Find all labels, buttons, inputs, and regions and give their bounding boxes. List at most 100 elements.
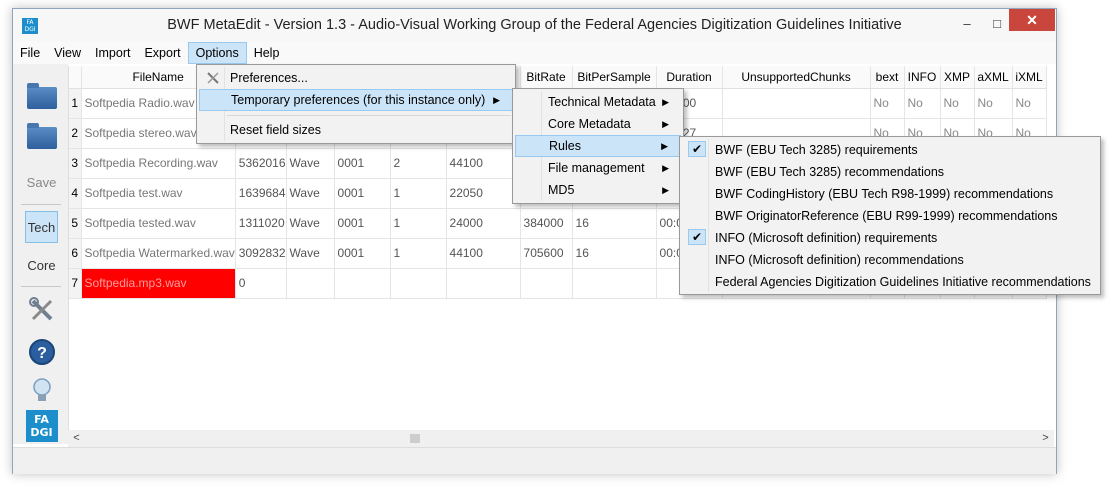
menu-import[interactable]: Import <box>88 42 137 64</box>
table-cell[interactable]: Wave <box>286 238 335 269</box>
column-header-axml[interactable]: aXML <box>974 66 1013 89</box>
scroll-right-icon[interactable]: > <box>1037 430 1054 447</box>
table-cell[interactable]: 1 <box>390 178 447 209</box>
table-cell[interactable]: No <box>870 88 905 119</box>
table-cell[interactable]: No <box>1012 88 1047 119</box>
help-button[interactable]: ? <box>25 336 58 368</box>
minimize-button[interactable]: – <box>955 13 979 35</box>
open-folder-button[interactable] <box>25 122 58 154</box>
table-cell[interactable]: No <box>974 88 1013 119</box>
menu-item-rule[interactable]: BWF (EBU Tech 3285) recommendations <box>682 161 1098 183</box>
scroll-left-icon[interactable]: < <box>68 430 85 447</box>
column-header-xmp[interactable]: XMP <box>940 66 975 89</box>
title-bar[interactable]: FA DGI BWF MetaEdit - Version 1.3 - Audi… <box>13 9 1056 42</box>
menu-item-rule[interactable]: BWF CodingHistory (EBU Tech R98-1999) re… <box>682 183 1098 205</box>
menu-item-rule[interactable]: ✔ BWF (EBU Tech 3285) requirements <box>682 139 1098 161</box>
filename-cell[interactable]: Softpedia tested.wav <box>81 208 236 239</box>
table-cell[interactable]: 1 <box>390 208 447 239</box>
table-cell[interactable] <box>390 268 447 299</box>
table-cell[interactable]: 16 <box>572 238 657 269</box>
maximize-button[interactable]: □ <box>985 13 1009 35</box>
close-button[interactable]: ✕ <box>1009 9 1055 31</box>
table-cell[interactable]: 5362016 <box>235 148 287 179</box>
table-cell[interactable]: 24000 <box>446 208 521 239</box>
tech-view-button[interactable]: Tech <box>25 211 58 243</box>
table-cell[interactable] <box>286 268 335 299</box>
table-cell[interactable]: 1639684 <box>235 178 287 209</box>
menu-item-rule[interactable]: BWF OriginatorReference (EBU R99-1999) r… <box>682 205 1098 227</box>
table-cell[interactable]: 22050 <box>446 178 521 209</box>
column-header-bext[interactable]: bext <box>870 66 905 89</box>
table-cell[interactable]: 384000 <box>520 208 573 239</box>
menu-item-rule[interactable]: ✔ INFO (Microsoft definition) requirement… <box>682 227 1098 249</box>
filename-cell[interactable]: Softpedia Recording.wav <box>81 148 236 179</box>
table-cell[interactable] <box>446 268 521 299</box>
table-cell[interactable]: No <box>904 88 941 119</box>
menu-item-file-management[interactable]: File management ▶ <box>515 157 681 179</box>
table-cell[interactable]: 0001 <box>334 148 391 179</box>
menu-item-label: BWF OriginatorReference (EBU R99-1999) r… <box>715 209 1058 223</box>
menu-item-reset-field-sizes[interactable]: Reset field sizes <box>199 119 513 141</box>
menu-item-technical-metadata[interactable]: Technical Metadata ▶ <box>515 91 681 113</box>
column-header-info[interactable]: INFO <box>904 66 941 89</box>
core-view-button[interactable]: Core <box>25 249 58 281</box>
preferences-button[interactable] <box>25 294 58 326</box>
fadgi-button[interactable]: FA DGI <box>25 410 58 442</box>
table-cell[interactable]: 16 <box>572 208 657 239</box>
menu-item-md5[interactable]: MD5 ▶ <box>515 179 681 201</box>
column-header[interactable] <box>69 66 82 89</box>
row-number[interactable]: 3 <box>69 148 82 179</box>
table-cell[interactable]: 0001 <box>334 238 391 269</box>
table-cell[interactable] <box>334 268 391 299</box>
row-number[interactable]: 7 <box>69 268 82 299</box>
filename-cell[interactable]: Softpedia test.wav <box>81 178 236 209</box>
table-cell[interactable]: 0 <box>235 268 287 299</box>
table-cell[interactable]: 44100 <box>446 238 521 269</box>
table-cell[interactable]: 44100 <box>446 148 521 179</box>
table-cell[interactable]: 1311020 <box>235 208 287 239</box>
table-cell[interactable]: 2 <box>390 148 447 179</box>
column-header-bitrate[interactable]: BitRate <box>520 66 573 89</box>
menu-item-temporary-preferences[interactable]: Temporary preferences (for this instance… <box>199 89 513 111</box>
menu-file[interactable]: File <box>13 42 47 64</box>
menu-item-core-metadata[interactable]: Core Metadata ▶ <box>515 113 681 135</box>
table-cell[interactable] <box>520 268 573 299</box>
menu-item-rule[interactable]: INFO (Microsoft definition) recommendati… <box>682 249 1098 271</box>
menu-export[interactable]: Export <box>137 42 187 64</box>
row-number[interactable]: 6 <box>69 238 82 269</box>
table-cell[interactable]: No <box>940 88 975 119</box>
row-number[interactable]: 1 <box>69 88 82 119</box>
column-header-duration[interactable]: Duration <box>656 66 723 89</box>
open-files-button[interactable] <box>25 82 58 114</box>
column-header-bitpersample[interactable]: BitPerSample <box>572 66 657 89</box>
tip-button[interactable] <box>25 374 58 406</box>
column-header-ixml[interactable]: iXML <box>1012 66 1047 89</box>
menu-view[interactable]: View <box>47 42 88 64</box>
save-button[interactable]: Save <box>25 166 58 198</box>
table-cell[interactable]: 705600 <box>520 238 573 269</box>
row-number[interactable]: 5 <box>69 208 82 239</box>
lightbulb-icon <box>32 378 51 401</box>
table-cell[interactable]: Wave <box>286 208 335 239</box>
table-cell[interactable] <box>572 268 657 299</box>
filename-cell[interactable]: Softpedia Watermarked.wav <box>81 238 236 269</box>
table-cell[interactable]: 0001 <box>334 178 391 209</box>
table-cell[interactable]: 3092832 <box>235 238 287 269</box>
menu-item-label: BWF (EBU Tech 3285) recommendations <box>715 165 945 179</box>
menu-item-rule[interactable]: Federal Agencies Digitization Guidelines… <box>682 271 1098 293</box>
row-number[interactable]: 4 <box>69 178 82 209</box>
menu-item-rules[interactable]: Rules ▶ <box>515 135 681 157</box>
table-cell[interactable]: Wave <box>286 148 335 179</box>
table-cell[interactable] <box>722 88 871 119</box>
menu-options[interactable]: Options <box>187 42 247 64</box>
row-number[interactable]: 2 <box>69 118 82 149</box>
menu-item-preferences[interactable]: Preferences... <box>199 67 513 89</box>
table-cell[interactable]: Wave <box>286 178 335 209</box>
table-cell[interactable]: 0001 <box>334 208 391 239</box>
scroll-thumb[interactable] <box>410 434 420 443</box>
filename-cell[interactable]: Softpedia.mp3.wav <box>81 268 236 299</box>
horizontal-scrollbar[interactable]: < > <box>68 430 1054 447</box>
table-cell[interactable]: 1 <box>390 238 447 269</box>
menu-help[interactable]: Help <box>247 42 287 64</box>
column-header-unsupported[interactable]: UnsupportedChunks <box>722 66 871 89</box>
